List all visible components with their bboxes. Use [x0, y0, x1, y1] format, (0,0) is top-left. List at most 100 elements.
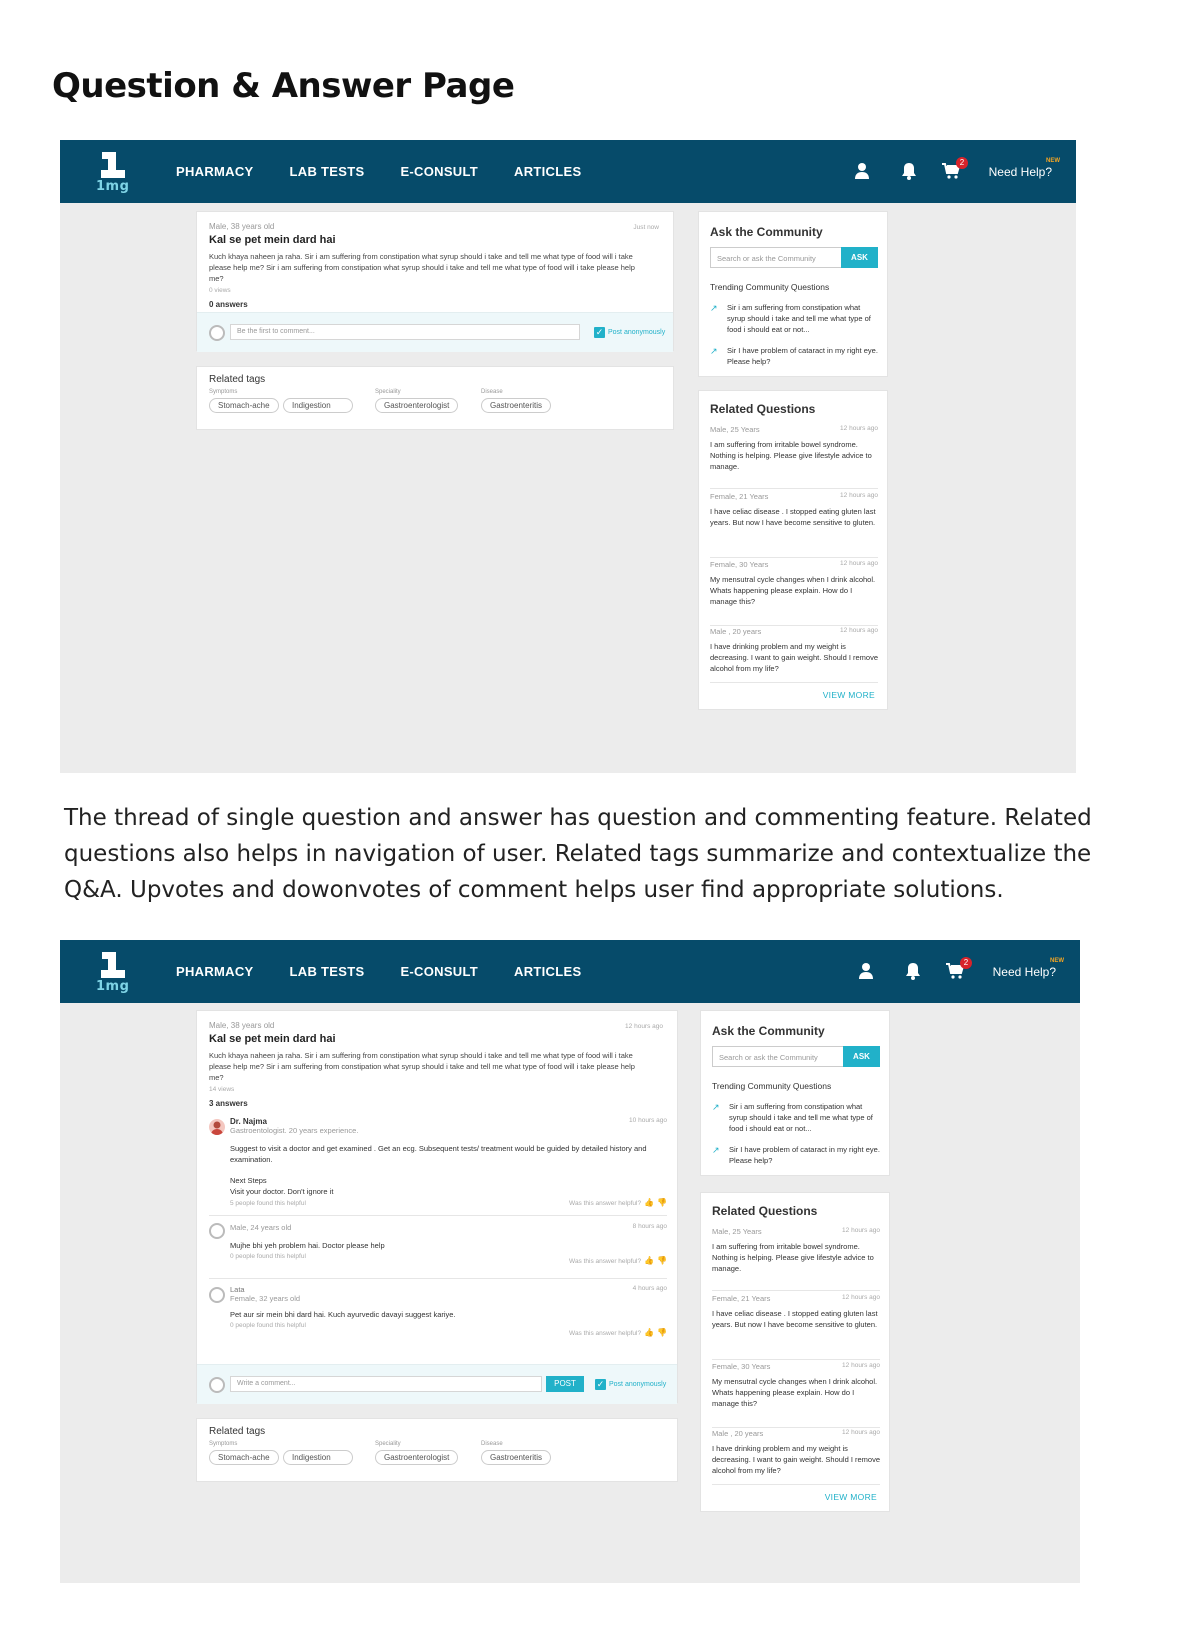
related-question-item[interactable]: Male , 20 years 12 hours ago I have drin…: [712, 1429, 880, 1485]
related-question-time: 12 hours ago: [842, 1362, 880, 1369]
vote-controls: Was this answer helpful? 👍 👎: [569, 1328, 667, 1337]
related-question-item[interactable]: Female, 30 Years 12 hours ago My mensutr…: [710, 560, 878, 626]
trending-title: Trending Community Questions: [710, 282, 830, 292]
tag-chip[interactable]: Stomach-ache: [209, 1450, 279, 1465]
need-help-link[interactable]: Need Help?: [993, 965, 1056, 979]
thumbs-up-icon[interactable]: 👍: [644, 1198, 654, 1207]
post-button[interactable]: POST: [546, 1376, 584, 1392]
ask-button[interactable]: ASK: [843, 1046, 880, 1067]
related-question-item[interactable]: Female, 21 Years 12 hours ago I have cel…: [712, 1294, 880, 1360]
thumbs-down-icon[interactable]: 👎: [657, 1198, 667, 1207]
tag-group-label: Speciality: [375, 1441, 401, 1447]
bell-icon[interactable]: [899, 161, 919, 181]
nav-links: PHARMACY LAB TESTS E-CONSULT ARTICLES: [176, 140, 617, 203]
ask-button[interactable]: ASK: [841, 247, 878, 268]
answer-divider: [209, 1215, 667, 1216]
nav-lab-tests[interactable]: LAB TESTS: [290, 964, 365, 979]
view-more-link[interactable]: VIEW MORE: [825, 1492, 877, 1502]
cart-button[interactable]: 2: [945, 957, 972, 981]
ask-community-card: Ask the Community Search or ask the Comm…: [700, 1010, 890, 1176]
related-question-time: 12 hours ago: [840, 492, 878, 499]
trending-question[interactable]: ↗ Sir i am suffering from constipation wh…: [712, 1101, 882, 1134]
answer-author: Lata: [230, 1285, 245, 1294]
question-card: Male, 38 years old Kal se pet mein dard …: [196, 1010, 678, 1404]
answer-divider: [209, 1278, 667, 1279]
related-question-item[interactable]: Male, 25 Years 12 hours ago I am sufferi…: [712, 1227, 880, 1291]
view-more-link[interactable]: VIEW MORE: [823, 690, 875, 700]
nav-actions: 2 NEW Need Help?: [850, 940, 1080, 1003]
related-question-item[interactable]: Male, 25 Years 12 hours ago I am sufferi…: [710, 425, 878, 489]
trending-question[interactable]: ↗ Sir i am suffering from constipation wh…: [710, 302, 880, 335]
related-question-item[interactable]: Female, 21 Years 12 hours ago I have cel…: [710, 492, 878, 558]
answer-body: Lata Female, 32 years old Pet aur sir me…: [230, 1285, 667, 1339]
new-tag: NEW: [1046, 158, 1060, 164]
was-helpful-label: Was this answer helpful?: [569, 1200, 642, 1207]
question-views: 14 views: [209, 1086, 235, 1093]
tag-chip[interactable]: Gastroenterologist: [375, 1450, 459, 1465]
question-title: Kal se pet mein dard hai: [209, 234, 336, 246]
related-question-item[interactable]: Male , 20 years 12 hours ago I have drin…: [710, 627, 878, 683]
related-question-text: I am suffering from irritable bowel synd…: [712, 1242, 874, 1273]
tag-group-speciality: Speciality Gastroenterologist: [375, 1441, 462, 1465]
need-help-link[interactable]: Need Help?: [989, 165, 1052, 179]
thumbs-up-icon[interactable]: 👍: [644, 1328, 654, 1337]
screenshot-empty-thread: 1mg PHARMACY LAB TESTS E-CONSULT ARTICLE…: [60, 140, 1076, 773]
comment-bar: Write a comment... POST ✓ Post anonymous…: [197, 1364, 677, 1404]
user-icon[interactable]: [852, 161, 872, 181]
top-nav: 1mg PHARMACY LAB TESTS E-CONSULT ARTICLE…: [60, 140, 1076, 203]
user-icon[interactable]: [856, 961, 876, 981]
tag-chip[interactable]: Gastroenterologist: [375, 398, 459, 413]
question-title: Kal se pet mein dard hai: [209, 1033, 336, 1045]
tag-chip[interactable]: Indigestion: [283, 1450, 353, 1465]
was-helpful-label: Was this answer helpful?: [569, 1258, 642, 1265]
nav-e-consult[interactable]: E-CONSULT: [400, 164, 478, 179]
nav-pharmacy[interactable]: PHARMACY: [176, 164, 254, 179]
tag-chip[interactable]: Gastroenteritis: [481, 1450, 552, 1465]
user-avatar-icon: [209, 1287, 225, 1303]
answer-time: 4 hours ago: [632, 1285, 667, 1292]
user-avatar-icon: [209, 325, 225, 341]
related-question-item[interactable]: Female, 30 Years 12 hours ago My mensutr…: [712, 1362, 880, 1428]
answer-count: 0 answers: [209, 300, 248, 309]
cart-button[interactable]: 2: [941, 157, 968, 181]
trending-question[interactable]: ↗ Sir I have problem of cataract in my ri…: [712, 1144, 882, 1166]
nav-articles[interactable]: ARTICLES: [514, 964, 581, 979]
anonymous-checkbox[interactable]: ✓: [594, 327, 605, 338]
cart-count-badge: 2: [960, 957, 972, 969]
search-input[interactable]: Search or ask the Community: [719, 1053, 818, 1062]
answer-author-sub: Male, 24 years old: [230, 1223, 292, 1232]
tag-chip[interactable]: Stomach-ache: [209, 398, 279, 413]
thumbs-down-icon[interactable]: 👎: [657, 1328, 667, 1337]
tag-group-speciality: Speciality Gastroenterologist: [375, 389, 462, 413]
thumbs-up-icon[interactable]: 👍: [644, 1256, 654, 1265]
bell-icon[interactable]: [903, 961, 923, 981]
comment-bar: Be the first to comment... ✓ Post anonym…: [197, 312, 673, 352]
ask-community-title: Ask the Community: [710, 225, 823, 239]
anonymous-label: Post anonymously: [608, 329, 666, 336]
comment-input[interactable]: Write a comment...: [230, 1376, 542, 1392]
nav-lab-tests[interactable]: LAB TESTS: [290, 164, 365, 179]
tag-chip[interactable]: Gastroenteritis: [481, 398, 552, 413]
anonymous-label: Post anonymously: [609, 1381, 667, 1388]
answer-item: Lata Female, 32 years old Pet aur sir me…: [209, 1285, 667, 1339]
vote-controls: Was this answer helpful? 👍 👎: [569, 1198, 667, 1207]
anonymous-checkbox[interactable]: ✓: [595, 1379, 606, 1390]
comment-input[interactable]: Be the first to comment...: [230, 324, 580, 340]
thumbs-down-icon[interactable]: 👎: [657, 1256, 667, 1265]
nav-articles[interactable]: ARTICLES: [514, 164, 581, 179]
nav-links: PHARMACY LAB TESTS E-CONSULT ARTICLES: [176, 940, 617, 1003]
related-question-text: I have drinking problem and my weight is…: [710, 642, 879, 673]
cart-count-badge: 2: [956, 157, 968, 169]
logo[interactable]: 1mg: [96, 952, 132, 996]
trending-icon: ↗: [712, 1102, 720, 1112]
question-content: Male, 38 years old Kal se pet mein dard …: [209, 1021, 649, 1108]
logo[interactable]: 1mg: [96, 152, 132, 196]
logo-one-icon: [101, 152, 125, 178]
nav-pharmacy[interactable]: PHARMACY: [176, 964, 254, 979]
trending-question[interactable]: ↗ Sir I have problem of cataract in my ri…: [710, 345, 880, 367]
related-tags-card: Related tags Symptoms Stomach-ache Indige…: [196, 366, 674, 430]
question-views: 0 views: [209, 287, 231, 294]
search-input[interactable]: Search or ask the Community: [717, 254, 816, 263]
tag-chip[interactable]: Indigestion: [283, 398, 353, 413]
nav-e-consult[interactable]: E-CONSULT: [400, 964, 478, 979]
